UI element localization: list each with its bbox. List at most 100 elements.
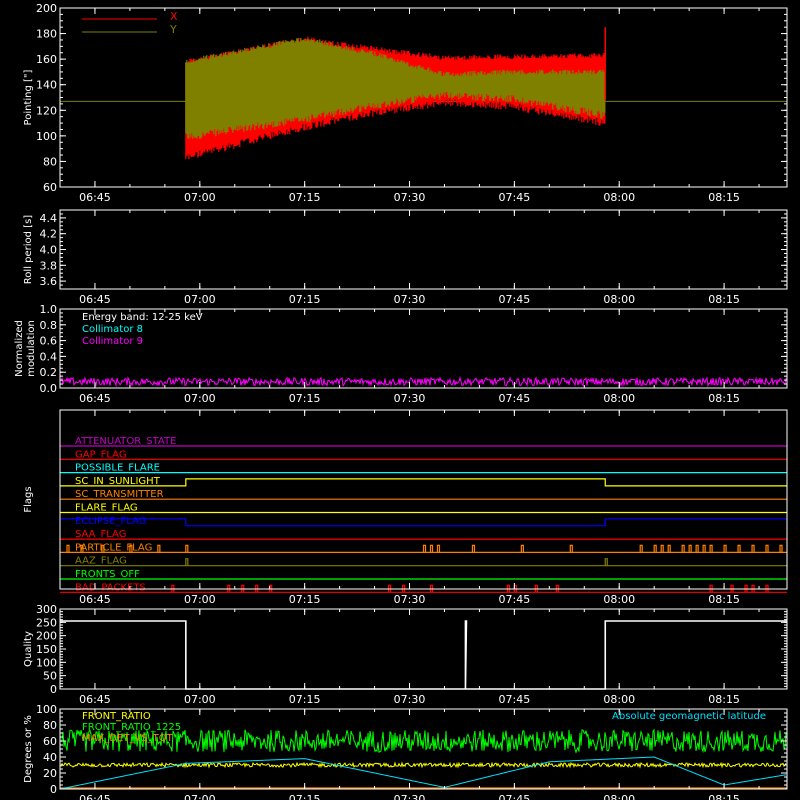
y-tick-label: 0.4 (40, 350, 58, 363)
y-tick-label: 100 (36, 130, 57, 143)
legend-label-collimator-8: Collimator 8 (82, 324, 143, 335)
y-tick-label: 0.0 (40, 382, 58, 395)
legend-label-y: Y (169, 23, 177, 36)
y-tick-label: 0 (50, 783, 57, 796)
flag-label-possible-flare: POSSIBLE_FLARE (75, 463, 160, 474)
y-tick-label: 150 (36, 643, 57, 656)
x-tick-label: 07:15 (289, 593, 321, 606)
x-tick-label: 08:15 (708, 693, 740, 706)
x-tick-label: 08:15 (708, 593, 740, 606)
flag-label-sc-in-sunlight: SC_IN_SUNLIGHT (75, 476, 161, 487)
flag-label-fronts-off: FRONTS_OFF (75, 569, 140, 580)
flag-label-attenuator-state: ATTENUATOR_STATE (75, 436, 176, 447)
x-tick-label: 07:30 (394, 293, 426, 306)
y-tick-label: 200 (36, 2, 57, 15)
flag-label-gap-flag: GAP_FLAG (75, 449, 127, 460)
x-tick-label: 08:00 (603, 191, 635, 204)
legend-label-max-det-vs-tot: MAX_DET_VS_TOT (82, 733, 174, 744)
x-tick-label: 07:45 (499, 191, 531, 204)
x-tick-label: 07:15 (289, 793, 321, 800)
x-tick-label: 07:00 (184, 191, 216, 204)
x-tick-label: 07:30 (394, 793, 426, 800)
x-tick-label: 07:30 (394, 693, 426, 706)
x-tick-label: 06:45 (79, 793, 111, 800)
y-tick-label: 160 (36, 53, 57, 66)
y-tick-label: 3.6 (40, 275, 58, 288)
energy-band-annotation: Energy band: 12-25 keV (82, 312, 203, 323)
flag-label-eclipse-flag: ECLIPSE_FLAG (75, 516, 146, 527)
y-tick-label: 80 (43, 155, 57, 168)
x-tick-label: 08:00 (603, 793, 635, 800)
flag-label-sc-transmitter: SC_TRANSMITTER (75, 489, 164, 500)
flag-label-bad-packets: BAD_PACKETS (75, 582, 146, 593)
x-tick-label: 07:45 (499, 593, 531, 606)
y-axis-label: Roll period [s] (23, 215, 34, 284)
x-tick-label: 06:45 (79, 693, 111, 706)
x-tick-label: 06:45 (79, 191, 111, 204)
legend-label-collimator-9: Collimator 9 (82, 336, 143, 347)
x-tick-label: 07:00 (184, 293, 216, 306)
x-tick-label: 08:00 (603, 593, 635, 606)
y-tick-label: 300 (36, 603, 57, 616)
legend-label-front-ratio-1225: FRONT_RATIO_1225 (82, 722, 181, 733)
legend-label-x: X (170, 10, 178, 23)
x-tick-label: 06:45 (79, 293, 111, 306)
y-tick-label: 40 (43, 751, 57, 764)
y-tick-label: 20 (43, 767, 57, 780)
x-tick-label: 07:45 (499, 793, 531, 800)
y-axis-label: Quality (23, 631, 34, 667)
y-axis-label: Degrees or % (23, 715, 34, 783)
x-tick-label: 06:45 (79, 593, 111, 606)
x-tick-label: 06:45 (79, 392, 111, 405)
flag-label-saa-flag: SAA_FLAG (75, 529, 126, 540)
y-tick-label: 200 (36, 630, 57, 643)
y-tick-label: 60 (43, 735, 57, 748)
y-tick-label: 1.0 (40, 303, 58, 316)
y-axis-label: Normalized (14, 320, 25, 377)
y-tick-label: 60 (43, 181, 57, 194)
x-tick-label: 07:15 (289, 392, 321, 405)
y-tick-label: 0 (50, 683, 57, 696)
x-tick-label: 07:45 (499, 693, 531, 706)
x-tick-label: 07:00 (184, 392, 216, 405)
x-tick-label: 07:00 (184, 593, 216, 606)
x-tick-label: 07:30 (394, 191, 426, 204)
y-tick-label: 140 (36, 79, 57, 92)
x-tick-label: 07:00 (184, 793, 216, 800)
x-tick-label: 07:45 (499, 293, 531, 306)
y-tick-label: 50 (43, 670, 57, 683)
y-tick-label: 100 (36, 703, 57, 716)
x-tick-label: 07:00 (184, 693, 216, 706)
y-tick-label: 80 (43, 719, 57, 732)
x-tick-label: 07:15 (289, 693, 321, 706)
y-axis-label: modulation (26, 320, 37, 377)
rhessi-quicklook-figure: 06:45 07:00 07:15 07:30 07:45 08:00 08:15 60 80 1… (0, 0, 800, 800)
y-tick-label: 4.2 (40, 228, 58, 241)
x-tick-label: 07:30 (394, 593, 426, 606)
flag-label-aaz-flag: AAZ_FLAG (75, 556, 127, 567)
legend-label-geomagnetic-latitude: Absolute geomagnetic latitude (612, 711, 766, 722)
flag-label-flare-flag: FLARE_FLAG (75, 503, 138, 514)
y-tick-label: 250 (36, 616, 57, 629)
x-tick-label: 08:00 (603, 392, 635, 405)
y-axis-label: Pointing ["] (23, 69, 34, 125)
legend-label-front-ratio: FRONT_RATIO (82, 711, 151, 722)
y-tick-label: 4.4 (40, 212, 58, 225)
x-tick-label: 08:15 (708, 392, 740, 405)
x-tick-label: 08:15 (708, 293, 740, 306)
y-tick-label: 0.8 (40, 319, 58, 332)
y-tick-label: 0.6 (40, 335, 58, 348)
x-tick-label: 07:15 (289, 293, 321, 306)
x-tick-label: 08:15 (708, 793, 740, 800)
y-tick-label: 4.0 (40, 244, 58, 257)
x-tick-label: 07:45 (499, 392, 531, 405)
x-tick-label: 08:00 (603, 693, 635, 706)
x-tick-label: 07:15 (289, 191, 321, 204)
flag-label-particle-flag: PARTICLE_FLAG (75, 542, 152, 553)
y-tick-label: 0.2 (40, 366, 58, 379)
x-tick-label: 07:30 (394, 392, 426, 405)
x-tick-label: 08:15 (708, 191, 740, 204)
y-tick-label: 100 (36, 656, 57, 669)
y-tick-label: 180 (36, 28, 57, 41)
x-tick-label: 08:00 (603, 293, 635, 306)
